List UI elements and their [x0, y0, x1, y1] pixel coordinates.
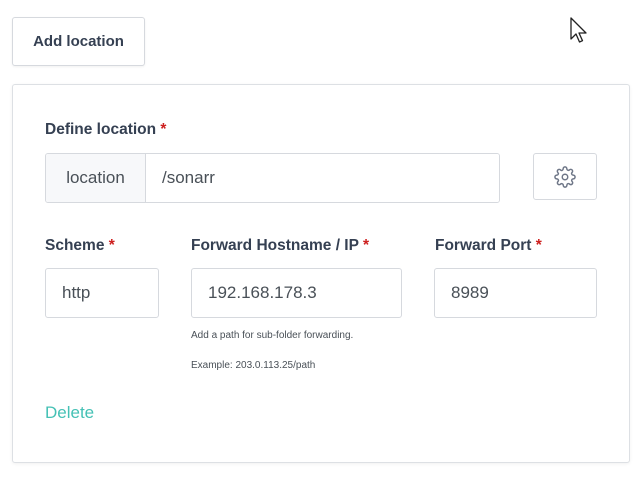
required-marker: * — [108, 237, 115, 254]
required-marker: * — [535, 237, 542, 254]
forward-hostname-label: Forward Hostname / IP * — [191, 237, 370, 254]
hostname-example-text: Example: 203.0.113.25/path — [191, 360, 316, 371]
forward-port-input[interactable] — [434, 268, 597, 318]
required-marker: * — [160, 121, 167, 138]
forward-hostname-input[interactable] — [191, 268, 402, 318]
required-marker: * — [362, 237, 370, 254]
location-input-group: location — [45, 153, 500, 203]
forward-port-label: Forward Port * — [435, 237, 542, 254]
location-addon: location — [46, 154, 146, 202]
hostname-help-text: Add a path for sub-folder forwarding. — [191, 330, 354, 341]
mouse-cursor-icon — [570, 17, 587, 43]
define-location-label: Define location * — [45, 121, 167, 138]
scheme-label: Scheme * — [45, 237, 115, 254]
scheme-input[interactable] — [45, 268, 159, 318]
delete-link[interactable]: Delete — [45, 403, 94, 423]
location-settings-button[interactable] — [533, 153, 597, 200]
add-location-button[interactable]: Add location — [12, 17, 145, 66]
location-path-input[interactable] — [146, 154, 499, 202]
gear-icon — [554, 165, 576, 188]
